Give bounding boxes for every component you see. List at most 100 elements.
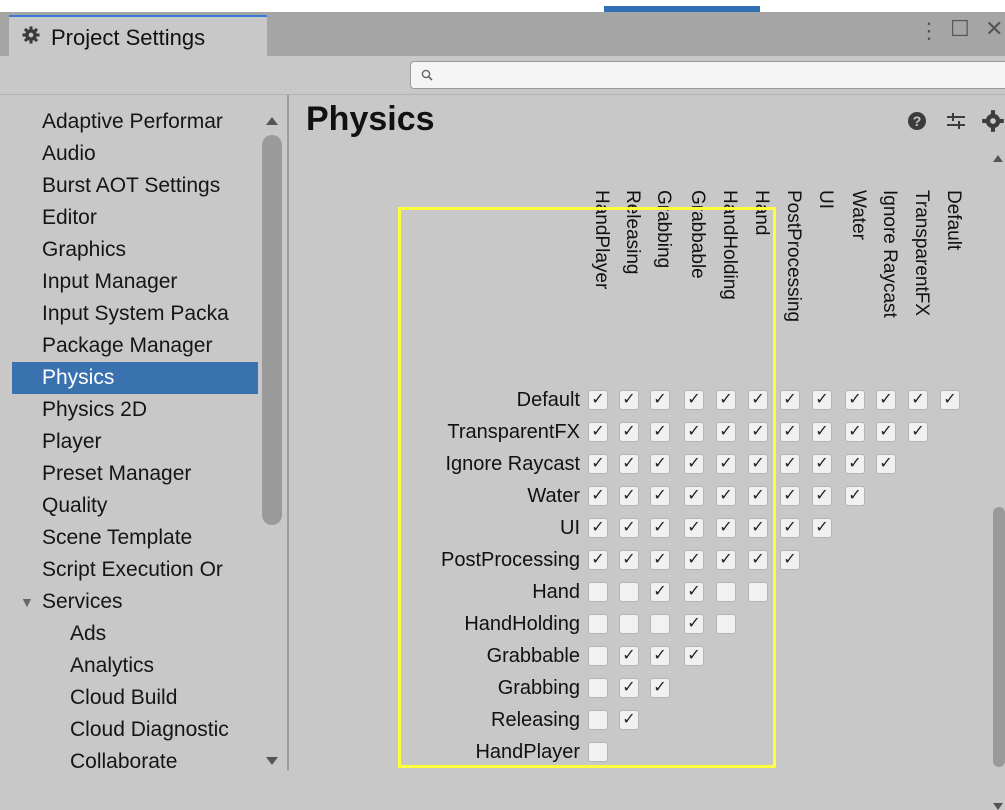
sidebar-item-player[interactable]: Player (12, 426, 258, 458)
collision-checkbox[interactable]: ✓ (650, 582, 670, 602)
more-menu-icon[interactable]: ⋮ (918, 18, 940, 44)
collision-checkbox[interactable]: ✓ (812, 390, 832, 410)
collision-checkbox[interactable]: ✓ (684, 582, 704, 602)
collision-checkbox[interactable] (619, 582, 639, 602)
collision-checkbox[interactable]: ✓ (845, 454, 865, 474)
collision-checkbox[interactable]: ✓ (619, 550, 639, 570)
collision-checkbox[interactable]: ✓ (748, 390, 768, 410)
collision-checkbox[interactable]: ✓ (748, 518, 768, 538)
preset-icon[interactable] (944, 109, 968, 133)
collision-checkbox[interactable]: ✓ (812, 518, 832, 538)
collision-checkbox[interactable]: ✓ (650, 390, 670, 410)
collision-checkbox[interactable]: ✓ (908, 390, 928, 410)
collision-checkbox[interactable]: ✓ (619, 422, 639, 442)
collision-checkbox[interactable] (650, 614, 670, 634)
collision-checkbox[interactable]: ✓ (716, 422, 736, 442)
collision-checkbox[interactable]: ✓ (684, 486, 704, 506)
collision-checkbox[interactable]: ✓ (940, 390, 960, 410)
collision-checkbox[interactable]: ✓ (619, 678, 639, 698)
collision-checkbox[interactable]: ✓ (780, 550, 800, 570)
collision-checkbox[interactable]: ✓ (845, 486, 865, 506)
sidebar-scrollbar[interactable] (258, 95, 286, 770)
collision-checkbox[interactable] (748, 582, 768, 602)
collision-checkbox[interactable]: ✓ (780, 422, 800, 442)
collision-checkbox[interactable]: ✓ (588, 390, 608, 410)
collision-checkbox[interactable] (588, 582, 608, 602)
collision-checkbox[interactable]: ✓ (684, 614, 704, 634)
sidebar-scroll-thumb[interactable] (262, 135, 282, 525)
collision-checkbox[interactable]: ✓ (716, 454, 736, 474)
collision-checkbox[interactable]: ✓ (588, 550, 608, 570)
collision-checkbox[interactable]: ✓ (812, 422, 832, 442)
collision-checkbox[interactable]: ✓ (588, 454, 608, 474)
search-field[interactable] (410, 61, 1005, 89)
collision-checkbox[interactable]: ✓ (684, 390, 704, 410)
collision-checkbox[interactable]: ✓ (876, 390, 896, 410)
collision-checkbox[interactable]: ✓ (619, 518, 639, 538)
collision-checkbox[interactable]: ✓ (684, 646, 704, 666)
collision-checkbox[interactable]: ✓ (684, 550, 704, 570)
maximize-icon[interactable]: ☐ (950, 16, 970, 42)
collision-checkbox[interactable]: ✓ (619, 710, 639, 730)
sidebar-item-preset-manager[interactable]: Preset Manager (12, 458, 258, 490)
collision-checkbox[interactable]: ✓ (876, 454, 896, 474)
sidebar-item-input-manager[interactable]: Input Manager (12, 266, 258, 298)
expand-arrow-icon[interactable]: ▼ (20, 586, 34, 618)
sidebar-item-collaborate[interactable]: Collaborate (12, 746, 258, 770)
collision-checkbox[interactable]: ✓ (812, 454, 832, 474)
collision-checkbox[interactable]: ✓ (650, 646, 670, 666)
collision-checkbox[interactable]: ✓ (780, 518, 800, 538)
collision-checkbox[interactable]: ✓ (812, 486, 832, 506)
sidebar-item-editor[interactable]: Editor (12, 202, 258, 234)
scroll-up-icon[interactable] (993, 155, 1003, 162)
close-icon[interactable]: ✕ (985, 16, 1003, 42)
collision-checkbox[interactable]: ✓ (748, 550, 768, 570)
collision-checkbox[interactable]: ✓ (619, 486, 639, 506)
collision-checkbox[interactable]: ✓ (588, 422, 608, 442)
collision-checkbox[interactable]: ✓ (650, 678, 670, 698)
sidebar-item-analytics[interactable]: Analytics (12, 650, 258, 682)
collision-checkbox[interactable]: ✓ (684, 518, 704, 538)
collision-checkbox[interactable]: ✓ (716, 486, 736, 506)
collision-checkbox[interactable]: ✓ (845, 390, 865, 410)
collision-checkbox[interactable]: ✓ (716, 550, 736, 570)
collision-checkbox[interactable] (588, 710, 608, 730)
collision-checkbox[interactable]: ✓ (650, 550, 670, 570)
collision-checkbox[interactable]: ✓ (780, 486, 800, 506)
collision-checkbox[interactable]: ✓ (876, 422, 896, 442)
sidebar-item-ads[interactable]: Ads (12, 618, 258, 650)
sidebar-item-input-system-packa[interactable]: Input System Packa (12, 298, 258, 330)
scroll-up-icon[interactable] (266, 117, 278, 125)
sidebar-item-quality[interactable]: Quality (12, 490, 258, 522)
search-input[interactable] (439, 64, 1003, 88)
collision-checkbox[interactable] (588, 678, 608, 698)
collision-checkbox[interactable] (619, 614, 639, 634)
collision-checkbox[interactable]: ✓ (780, 390, 800, 410)
collision-checkbox[interactable]: ✓ (650, 486, 670, 506)
sidebar-item-burst-aot-settings[interactable]: Burst AOT Settings (12, 170, 258, 202)
collision-checkbox[interactable] (716, 582, 736, 602)
collision-checkbox[interactable]: ✓ (908, 422, 928, 442)
collision-checkbox[interactable]: ✓ (684, 422, 704, 442)
collision-checkbox[interactable] (588, 614, 608, 634)
collision-checkbox[interactable] (588, 646, 608, 666)
collision-checkbox[interactable]: ✓ (716, 518, 736, 538)
collision-checkbox[interactable]: ✓ (845, 422, 865, 442)
sidebar-item-adaptive-performar[interactable]: Adaptive Performar (12, 106, 258, 138)
sidebar-item-cloud-diagnostic[interactable]: Cloud Diagnostic (12, 714, 258, 746)
collision-checkbox[interactable]: ✓ (588, 518, 608, 538)
collision-checkbox[interactable]: ✓ (619, 390, 639, 410)
sidebar-item-physics-2d[interactable]: Physics 2D (12, 394, 258, 426)
collision-checkbox[interactable]: ✓ (619, 646, 639, 666)
panel-scroll-thumb[interactable] (993, 507, 1005, 767)
collision-checkbox[interactable]: ✓ (748, 486, 768, 506)
sidebar-item-graphics[interactable]: Graphics (12, 234, 258, 266)
collision-checkbox[interactable] (588, 742, 608, 762)
collision-checkbox[interactable]: ✓ (619, 454, 639, 474)
settings-icon[interactable] (981, 109, 1005, 133)
tab-project-settings[interactable]: Project Settings (9, 15, 267, 56)
collision-checkbox[interactable]: ✓ (650, 518, 670, 538)
help-icon[interactable]: ? (905, 109, 929, 133)
collision-checkbox[interactable]: ✓ (650, 454, 670, 474)
collision-checkbox[interactable] (716, 614, 736, 634)
